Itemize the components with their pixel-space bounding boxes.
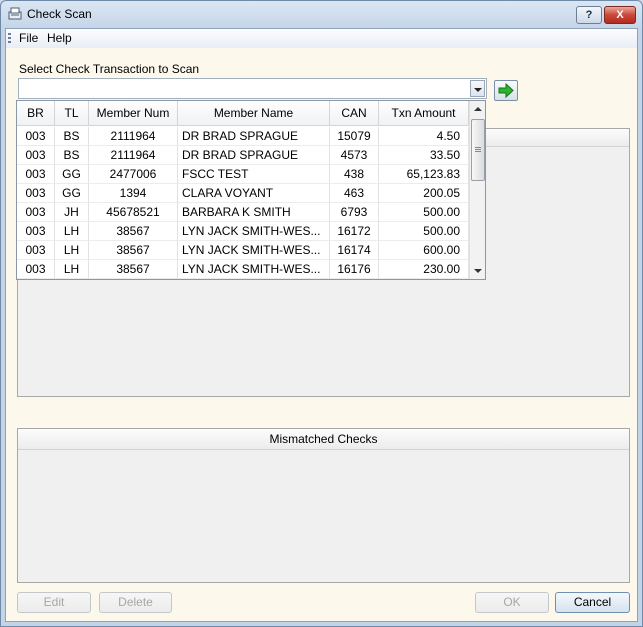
cell-member-num: 2111964 (89, 146, 178, 165)
cell-can: 6793 (330, 203, 379, 222)
table-row[interactable]: 003 LH 38567 LYN JACK SMITH-WES... 16172 500.… (17, 222, 469, 241)
cell-member-name: DR BRAD SPRAGUE (178, 146, 330, 165)
scanner-icon (8, 7, 22, 20)
mismatched-checks-title: Mismatched Checks (18, 429, 629, 450)
cell-can: 463 (330, 184, 379, 203)
cancel-button[interactable]: Cancel (555, 592, 630, 613)
cell-can: 15079 (330, 127, 379, 146)
go-button[interactable] (494, 80, 518, 101)
check-scan-window: Check Scan ? X File Help Select Check Tr… (0, 0, 643, 627)
table-row[interactable]: 003 LH 38567 LYN JACK SMITH-WES... 16174 600.… (17, 241, 469, 260)
cell-tl: JH (55, 203, 89, 222)
cell-br: 003 (17, 127, 55, 146)
table-row[interactable]: 003 GG 1394 CLARA VOYANT 463 200.05 (17, 184, 469, 203)
cell-br: 003 (17, 184, 55, 203)
cell-tl: LH (55, 222, 89, 241)
help-button[interactable]: ? (576, 6, 602, 24)
cell-br: 003 (17, 146, 55, 165)
table-row[interactable]: 003 JH 45678521 BARBARA K SMITH 6793 500.00 (17, 203, 469, 222)
cell-br: 003 (17, 222, 55, 241)
cell-can: 438 (330, 165, 379, 184)
column-header-member-num[interactable]: Member Num (89, 101, 178, 126)
cell-br: 003 (17, 165, 55, 184)
table-row[interactable]: 003 BS 2111964 DR BRAD SPRAGUE 15079 4.50 (17, 127, 469, 146)
cell-tl: BS (55, 146, 89, 165)
ok-button[interactable]: OK (475, 592, 549, 613)
scroll-down-icon[interactable] (470, 262, 486, 279)
cell-member-num: 45678521 (89, 203, 178, 222)
column-header-br[interactable]: BR (17, 101, 55, 126)
cell-txn-amount: 65,123.83 (379, 165, 469, 184)
cell-member-name: LYN JACK SMITH-WES... (178, 222, 330, 241)
transaction-dropdown-list: BR TL Member Num Member Name CAN Txn Amount 00… (16, 100, 486, 280)
cell-br: 003 (17, 241, 55, 260)
table-row[interactable]: 003 LH 38567 LYN JACK SMITH-WES... 16176 230.… (17, 260, 469, 279)
cell-can: 16176 (330, 260, 379, 279)
cell-txn-amount: 4.50 (379, 127, 469, 146)
cell-txn-amount: 500.00 (379, 203, 469, 222)
window-title: Check Scan (27, 7, 92, 21)
scroll-up-icon[interactable] (470, 101, 486, 118)
cell-member-num: 38567 (89, 241, 178, 260)
menu-bar: File Help (6, 29, 637, 48)
select-transaction-label: Select Check Transaction to Scan (19, 62, 200, 76)
table-row[interactable]: 003 GG 2477006 FSCC TEST 438 65,123.83 (17, 165, 469, 184)
green-arrow-right-icon (498, 83, 514, 98)
column-header-tl[interactable]: TL (55, 101, 89, 126)
cell-can: 16172 (330, 222, 379, 241)
cell-tl: LH (55, 260, 89, 279)
menu-help[interactable]: Help (45, 31, 74, 45)
cell-br: 003 (17, 203, 55, 222)
menu-grip-icon (8, 33, 11, 44)
delete-button[interactable]: Delete (99, 592, 172, 613)
grip-icon (475, 147, 481, 153)
cell-txn-amount: 600.00 (379, 241, 469, 260)
cell-member-name: DR BRAD SPRAGUE (178, 127, 330, 146)
chevron-down-icon[interactable] (470, 80, 485, 97)
cell-tl: LH (55, 241, 89, 260)
cell-tl: BS (55, 127, 89, 146)
cell-txn-amount: 200.05 (379, 184, 469, 203)
cell-txn-amount: 500.00 (379, 222, 469, 241)
cell-member-name: LYN JACK SMITH-WES... (178, 260, 330, 279)
title-bar: Check Scan ? X (1, 1, 642, 28)
column-header-txn-amount[interactable]: Txn Amount (379, 101, 469, 126)
cell-txn-amount: 33.50 (379, 146, 469, 165)
dropdown-scrollbar[interactable] (469, 101, 485, 279)
cell-br: 003 (17, 260, 55, 279)
menu-file[interactable]: File (17, 31, 40, 45)
transaction-combo[interactable] (18, 78, 487, 99)
cell-member-num: 1394 (89, 184, 178, 203)
edit-button[interactable]: Edit (17, 592, 91, 613)
cell-tl: GG (55, 184, 89, 203)
close-button[interactable]: X (604, 6, 636, 24)
cell-member-num: 38567 (89, 260, 178, 279)
cell-member-name: BARBARA K SMITH (178, 203, 330, 222)
cell-can: 16174 (330, 241, 379, 260)
cell-can: 4573 (330, 146, 379, 165)
cell-member-name: CLARA VOYANT (178, 184, 330, 203)
table-row[interactable]: 003 BS 2111964 DR BRAD SPRAGUE 4573 33.50 (17, 146, 469, 165)
cell-member-name: FSCC TEST (178, 165, 330, 184)
cell-member-num: 2111964 (89, 127, 178, 146)
scroll-thumb[interactable] (471, 119, 485, 181)
cell-member-num: 2477006 (89, 165, 178, 184)
column-header-can[interactable]: CAN (330, 101, 379, 126)
cell-tl: GG (55, 165, 89, 184)
cell-member-num: 38567 (89, 222, 178, 241)
mismatched-checks-panel: Mismatched Checks (17, 428, 630, 583)
cell-member-name: LYN JACK SMITH-WES... (178, 241, 330, 260)
cell-txn-amount: 230.00 (379, 260, 469, 279)
column-header-member-name[interactable]: Member Name (178, 101, 330, 126)
